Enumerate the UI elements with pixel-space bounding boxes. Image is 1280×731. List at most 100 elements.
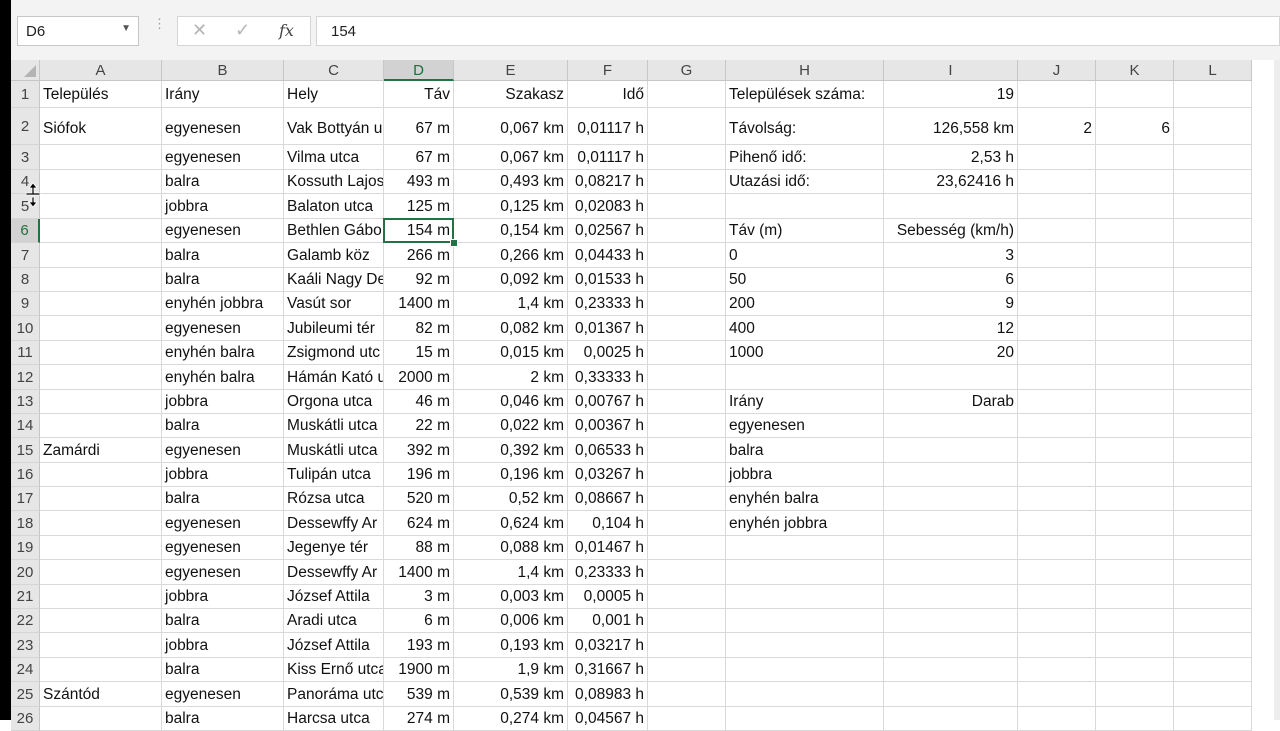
- cell-a22[interactable]: [40, 609, 162, 633]
- cell-d17[interactable]: 520 m: [384, 487, 454, 511]
- cell-g7[interactable]: [648, 243, 726, 268]
- cell-c17[interactable]: Rózsa utca: [284, 487, 384, 511]
- cell-e9[interactable]: 1,4 km: [454, 292, 568, 316]
- cell-k5[interactable]: [1096, 194, 1174, 219]
- cell-f22[interactable]: 0,001 h: [568, 609, 648, 633]
- cell-h22[interactable]: [726, 609, 884, 633]
- cell-e25[interactable]: 0,539 km: [454, 682, 568, 707]
- cell-h12[interactable]: [726, 365, 884, 390]
- cell-d16[interactable]: 196 m: [384, 463, 454, 487]
- cell-l20[interactable]: [1174, 560, 1252, 585]
- cell-j5[interactable]: [1018, 194, 1096, 219]
- cell-g12[interactable]: [648, 365, 726, 390]
- column-header-d[interactable]: D: [384, 60, 454, 81]
- cell-d13[interactable]: 46 m: [384, 390, 454, 414]
- cell-i12[interactable]: [884, 365, 1018, 390]
- cell-d22[interactable]: 6 m: [384, 609, 454, 633]
- cell-d11[interactable]: 15 m: [384, 341, 454, 365]
- cell-b24[interactable]: balra: [162, 658, 284, 682]
- cell-g6[interactable]: [648, 219, 726, 243]
- cell-k13[interactable]: [1096, 390, 1174, 414]
- cell-k24[interactable]: [1096, 658, 1174, 682]
- cell-e23[interactable]: 0,193 km: [454, 633, 568, 658]
- cell-b16[interactable]: jobbra: [162, 463, 284, 487]
- cell-f13[interactable]: 0,00767 h: [568, 390, 648, 414]
- cell-g8[interactable]: [648, 268, 726, 292]
- cell-d9[interactable]: 1400 m: [384, 292, 454, 316]
- chevron-down-icon[interactable]: ▼: [121, 23, 131, 34]
- cell-c8[interactable]: Kaáli Nagy De: [284, 268, 384, 292]
- cell-g11[interactable]: [648, 341, 726, 365]
- cell-b22[interactable]: balra: [162, 609, 284, 633]
- cell-k22[interactable]: [1096, 609, 1174, 633]
- cell-i17[interactable]: [884, 487, 1018, 511]
- cell-a13[interactable]: [40, 390, 162, 414]
- cell-j10[interactable]: [1018, 316, 1096, 341]
- fill-handle[interactable]: [450, 239, 458, 247]
- cell-l25[interactable]: [1174, 682, 1252, 707]
- cell-h11[interactable]: 1000: [726, 341, 884, 365]
- cell-l12[interactable]: [1174, 365, 1252, 390]
- cell-d8[interactable]: 92 m: [384, 268, 454, 292]
- cell-h10[interactable]: 400: [726, 316, 884, 341]
- cell-a26[interactable]: [40, 707, 162, 731]
- cell-b8[interactable]: balra: [162, 268, 284, 292]
- cell-h14[interactable]: egyenesen: [726, 414, 884, 438]
- row-header-8[interactable]: 8: [11, 268, 40, 292]
- cell-e13[interactable]: 0,046 km: [454, 390, 568, 414]
- cell-a15[interactable]: Zamárdi: [40, 438, 162, 463]
- cell-j22[interactable]: [1018, 609, 1096, 633]
- cell-f26[interactable]: 0,04567 h: [568, 707, 648, 731]
- cell-j24[interactable]: [1018, 658, 1096, 682]
- row-header-14[interactable]: 14: [11, 414, 40, 438]
- cell-d20[interactable]: 1400 m: [384, 560, 454, 585]
- cell-k4[interactable]: [1096, 170, 1174, 194]
- cell-a6[interactable]: [40, 219, 162, 243]
- cell-d6[interactable]: 154 m: [384, 219, 454, 243]
- cell-f24[interactable]: 0,31667 h: [568, 658, 648, 682]
- cell-l13[interactable]: [1174, 390, 1252, 414]
- cell-e3[interactable]: 0,067 km: [454, 145, 568, 170]
- cell-e1[interactable]: Szakasz: [454, 81, 568, 108]
- cell-h19[interactable]: [726, 536, 884, 560]
- cell-b1[interactable]: Irány: [162, 81, 284, 108]
- cell-d26[interactable]: 274 m: [384, 707, 454, 731]
- cell-a25[interactable]: Szántód: [40, 682, 162, 707]
- row-header-20[interactable]: 20: [11, 560, 40, 585]
- cell-g26[interactable]: [648, 707, 726, 731]
- cell-h25[interactable]: [726, 682, 884, 707]
- cell-l8[interactable]: [1174, 268, 1252, 292]
- cell-c7[interactable]: Galamb köz: [284, 243, 384, 268]
- cell-i11[interactable]: 20: [884, 341, 1018, 365]
- cell-h21[interactable]: [726, 585, 884, 609]
- cell-d24[interactable]: 1900 m: [384, 658, 454, 682]
- cell-d5[interactable]: 125 m: [384, 194, 454, 219]
- cell-b20[interactable]: egyenesen: [162, 560, 284, 585]
- cell-i14[interactable]: [884, 414, 1018, 438]
- cell-e26[interactable]: 0,274 km: [454, 707, 568, 731]
- cell-h13[interactable]: Irány: [726, 390, 884, 414]
- row-header-18[interactable]: 18: [11, 511, 40, 536]
- cell-l11[interactable]: [1174, 341, 1252, 365]
- cell-a14[interactable]: [40, 414, 162, 438]
- cell-b13[interactable]: jobbra: [162, 390, 284, 414]
- cell-f8[interactable]: 0,01533 h: [568, 268, 648, 292]
- cell-h26[interactable]: [726, 707, 884, 731]
- cell-l9[interactable]: [1174, 292, 1252, 316]
- cell-f15[interactable]: 0,06533 h: [568, 438, 648, 463]
- cell-e17[interactable]: 0,52 km: [454, 487, 568, 511]
- column-header-k[interactable]: K: [1096, 60, 1174, 81]
- cell-c16[interactable]: Tulipán utca: [284, 463, 384, 487]
- cell-f14[interactable]: 0,00367 h: [568, 414, 648, 438]
- cell-l5[interactable]: [1174, 194, 1252, 219]
- cell-k23[interactable]: [1096, 633, 1174, 658]
- cell-j19[interactable]: [1018, 536, 1096, 560]
- cell-h18[interactable]: enyhén jobbra: [726, 511, 884, 536]
- cell-i2[interactable]: 126,558 km: [884, 108, 1018, 145]
- cell-k17[interactable]: [1096, 487, 1174, 511]
- cell-l6[interactable]: [1174, 219, 1252, 243]
- cell-d19[interactable]: 88 m: [384, 536, 454, 560]
- insert-function-icon[interactable]: fx: [279, 21, 294, 40]
- cell-c2[interactable]: Vak Bottyán u: [284, 108, 384, 145]
- cell-k18[interactable]: [1096, 511, 1174, 536]
